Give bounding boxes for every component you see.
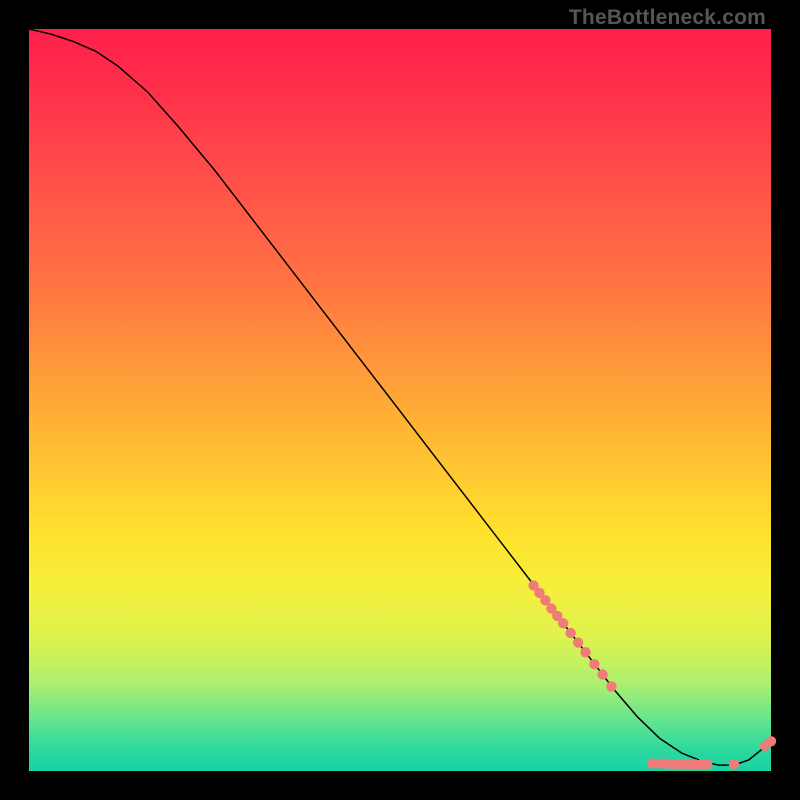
- data-dot: [573, 637, 583, 647]
- watermark-text: TheBottleneck.com: [569, 6, 766, 30]
- data-dot: [606, 681, 616, 691]
- data-dot: [729, 759, 739, 769]
- chart-svg: [29, 29, 771, 771]
- data-dot: [558, 618, 568, 628]
- data-dot: [702, 759, 712, 769]
- data-dot: [766, 736, 776, 746]
- data-dots-group: [528, 580, 776, 769]
- data-dot: [566, 628, 576, 638]
- data-dot: [597, 669, 607, 679]
- main-curve: [29, 29, 771, 765]
- data-dot: [589, 659, 599, 669]
- data-dot: [580, 647, 590, 657]
- chart-area: [29, 29, 771, 771]
